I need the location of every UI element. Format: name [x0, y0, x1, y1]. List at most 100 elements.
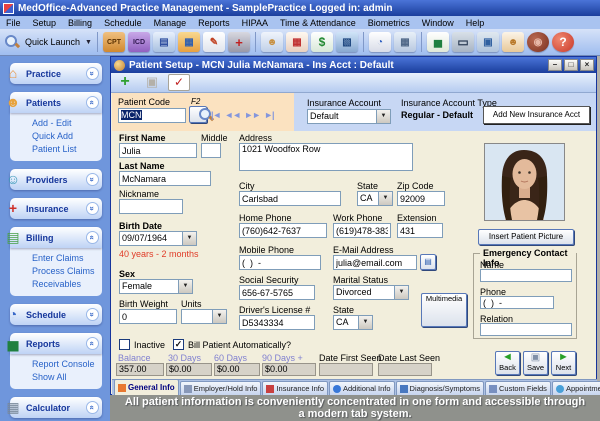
zip-code-input[interactable] — [397, 191, 445, 206]
sidebar-header-reports[interactable]: ▅ Reports « — [10, 333, 102, 354]
add-new-insurance-button[interactable]: Add New Insurance Acct — [483, 106, 590, 124]
maximize-button[interactable]: □ — [564, 59, 578, 71]
chevron-up-icon[interactable]: « — [86, 96, 99, 109]
verify-icon[interactable]: ✓ — [168, 74, 190, 91]
back-button[interactable]: ◄ Back — [495, 351, 520, 375]
city-input[interactable] — [239, 191, 341, 206]
nickname-input[interactable] — [119, 199, 183, 214]
chevron-down-icon[interactable]: ▼ — [182, 232, 196, 245]
inactive-checkbox[interactable] — [119, 339, 130, 350]
sidebar-item-process-claims[interactable]: Process Claims — [32, 266, 102, 277]
tab-additional-info[interactable]: Additional Info — [329, 381, 395, 395]
sidebar-item-receivables[interactable]: Receivables — [32, 279, 102, 290]
social-security-input[interactable] — [239, 285, 315, 300]
medical-case-icon[interactable]: + — [228, 32, 250, 52]
patients-icon[interactable]: ☻ — [502, 32, 524, 52]
extension-input[interactable] — [397, 223, 443, 238]
sidebar-item-patient-list[interactable]: Patient List — [32, 144, 102, 155]
mobile-phone-input[interactable] — [239, 255, 321, 270]
emergency-relation-input[interactable] — [480, 323, 572, 336]
save-button[interactable]: ▣ Save — [523, 351, 548, 375]
biometrics-icon[interactable]: ◉ — [527, 32, 549, 52]
chevron-down-icon[interactable]: ▼ — [376, 110, 390, 123]
multimedia-button[interactable]: Multimedia — [421, 293, 467, 327]
sidebar-header-patients[interactable]: ☻ Patients « — [10, 92, 102, 113]
menu-hipaa[interactable]: HIPAA — [236, 18, 274, 28]
chevron-down-icon[interactable]: » — [86, 173, 99, 186]
image-editor-icon[interactable]: ▧ — [336, 32, 358, 52]
address-input[interactable]: 1021 Woodfox Row — [239, 143, 413, 171]
tab-insurance-info[interactable]: Insurance Info — [262, 381, 328, 395]
menu-manage[interactable]: Manage — [148, 18, 193, 28]
sidebar-header-schedule[interactable]: ◔ Schedule » — [10, 304, 102, 325]
menu-file[interactable]: File — [0, 18, 27, 28]
chevron-up-icon[interactable]: « — [86, 231, 99, 244]
tab-appointments[interactable]: Appointments — [552, 381, 600, 395]
notes-icon[interactable]: ✎ — [203, 32, 225, 52]
menu-window[interactable]: Window — [416, 18, 460, 28]
sidebar-item-quick-add[interactable]: Quick Add — [32, 131, 102, 142]
monitor-icon[interactable]: ▭ — [452, 32, 474, 52]
network-icon[interactable]: ▣ — [477, 32, 499, 52]
patient-search-button[interactable] — [189, 106, 207, 123]
chevron-down-icon[interactable]: ▼ — [85, 39, 92, 46]
insurance-account-select[interactable]: Default▼ — [307, 109, 391, 124]
first-name-input[interactable] — [119, 143, 197, 158]
chevron-down-icon[interactable]: » — [86, 308, 99, 321]
referral-icon[interactable]: ☻ — [261, 32, 283, 52]
bill-automatically-checkbox[interactable]: ✓ — [173, 339, 184, 350]
chevron-down-icon[interactable]: ▼ — [378, 192, 392, 205]
sidebar-header-providers[interactable]: ☺ Providers » — [10, 169, 102, 190]
chevron-down-icon[interactable]: ▼ — [212, 310, 226, 323]
chevron-down-icon[interactable]: ▼ — [394, 286, 408, 299]
previous-record-button[interactable]: ◄◄ — [224, 110, 240, 120]
save-icon[interactable]: ▣ — [141, 74, 163, 91]
menu-reports[interactable]: Reports — [192, 18, 236, 28]
help-icon[interactable]: ? — [552, 32, 574, 52]
menu-schedule[interactable]: Schedule — [98, 18, 148, 28]
sidebar-item-report-console[interactable]: Report Console — [32, 359, 102, 370]
emergency-phone-input[interactable] — [480, 296, 554, 309]
menu-biometrics[interactable]: Biometrics — [362, 18, 416, 28]
sidebar-item-enter-claims[interactable]: Enter Claims — [32, 253, 102, 264]
last-record-button[interactable]: ►| — [264, 110, 273, 120]
birth-date-picker[interactable]: 09/07/1964▼ — [119, 231, 197, 246]
chevron-up-icon[interactable]: « — [86, 401, 99, 414]
cpt-codes-icon[interactable]: CPT — [103, 32, 125, 52]
sidebar-header-billing[interactable]: ▤ Billing « — [10, 227, 102, 248]
minimize-button[interactable]: – — [548, 59, 562, 71]
birth-weight-input[interactable] — [119, 309, 177, 324]
sidebar-item-show-all[interactable]: Show All — [32, 372, 102, 383]
sex-select[interactable]: Female▼ — [119, 279, 193, 294]
drivers-license-input[interactable] — [239, 315, 315, 330]
email-input[interactable] — [333, 255, 417, 270]
sidebar-header-insurance[interactable]: + Insurance » — [10, 198, 102, 219]
time-report-icon[interactable]: ◔ — [369, 32, 391, 52]
state-select[interactable]: CA▼ — [357, 191, 393, 206]
chevron-up-icon[interactable]: « — [86, 337, 99, 350]
first-record-button[interactable]: |◄ — [211, 110, 220, 120]
dl-state-select[interactable]: CA▼ — [333, 315, 373, 330]
close-button[interactable]: × — [580, 59, 594, 71]
home-phone-input[interactable] — [239, 223, 327, 238]
superbill-icon[interactable]: $ — [311, 32, 333, 52]
units-select[interactable]: ▼ — [181, 309, 227, 324]
work-phone-input[interactable] — [333, 223, 391, 238]
add-patient-button[interactable]: + — [114, 74, 136, 91]
quick-launch-label[interactable]: Quick Launch — [25, 37, 80, 47]
schedule-calculator-icon[interactable]: ▦ — [394, 32, 416, 52]
tab-diagnosis-symptoms[interactable]: Diagnosis/Symptoms — [396, 381, 484, 395]
chevron-down-icon[interactable]: » — [86, 67, 99, 80]
sidebar-header-practice[interactable]: ⌂ Practice » — [10, 63, 102, 84]
sidebar-header-calculator[interactable]: ▦ Calculator « — [10, 397, 102, 418]
next-button[interactable]: ► Next — [551, 351, 576, 375]
icd-codes-icon[interactable]: ICD — [128, 32, 150, 52]
patient-record-icon[interactable]: ▤ — [153, 32, 175, 52]
billing-calendar-icon[interactable]: ▦ — [286, 32, 308, 52]
menu-time-attendance[interactable]: Time & Attendance — [274, 18, 362, 28]
tab-custom-fields[interactable]: Custom Fields — [485, 381, 551, 395]
chevron-down-icon[interactable]: » — [86, 202, 99, 215]
middle-input[interactable] — [201, 143, 221, 158]
tab-employer-hold-info[interactable]: Employer/Hold Info — [180, 381, 262, 395]
reports-chart-icon[interactable]: ▅ — [427, 32, 449, 52]
